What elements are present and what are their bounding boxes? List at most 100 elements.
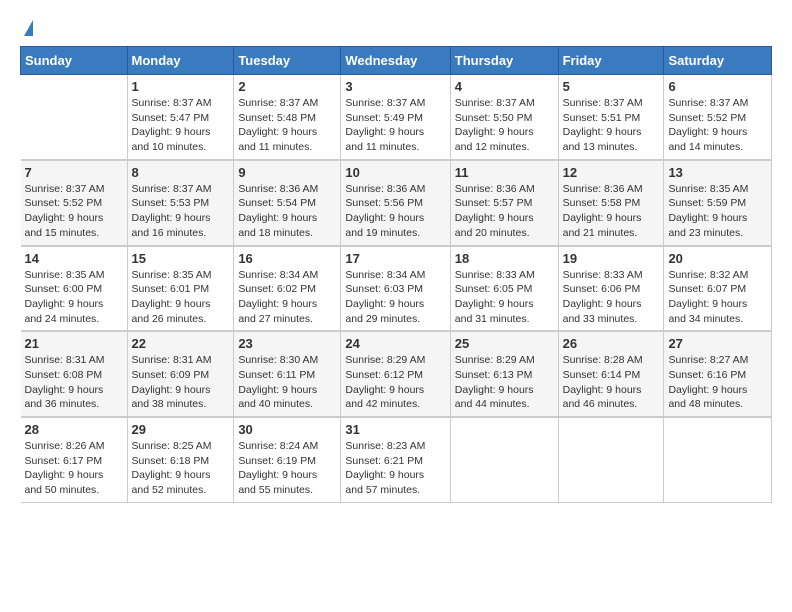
day-info: Sunrise: 8:37 AMSunset: 5:53 PMDaylight:… — [132, 182, 230, 241]
day-info: Sunrise: 8:34 AMSunset: 6:03 PMDaylight:… — [345, 268, 445, 327]
day-number: 26 — [563, 336, 660, 351]
day-number: 15 — [132, 251, 230, 266]
day-info: Sunrise: 8:26 AMSunset: 6:17 PMDaylight:… — [25, 439, 123, 498]
day-info: Sunrise: 8:32 AMSunset: 6:07 PMDaylight:… — [668, 268, 767, 327]
calendar-cell: 25Sunrise: 8:29 AMSunset: 6:13 PMDayligh… — [450, 331, 558, 417]
weekday-header-wednesday: Wednesday — [341, 47, 450, 75]
logo — [20, 20, 33, 36]
day-number: 22 — [132, 336, 230, 351]
calendar-cell: 27 Sunrise: 8:27 AMSunset: 6:16 PMDayligh… — [664, 331, 772, 417]
calendar-cell: 28 Sunrise: 8:26 AMSunset: 6:17 PMDayligh… — [21, 417, 128, 502]
calendar-cell: 17 Sunrise: 8:34 AMSunset: 6:03 PMDayligh… — [341, 246, 450, 332]
calendar-cell: 30 Sunrise: 8:24 AMSunset: 6:19 PMDayligh… — [234, 417, 341, 502]
day-info: Sunrise: 8:37 AMSunset: 5:47 PMDaylight:… — [132, 96, 230, 155]
weekday-header-saturday: Saturday — [664, 47, 772, 75]
calendar-cell: 4 Sunrise: 8:37 AMSunset: 5:50 PMDaylight… — [450, 75, 558, 160]
calendar-cell: 13 Sunrise: 8:35 AMSunset: 5:59 PMDayligh… — [664, 160, 772, 246]
calendar-cell: 16 Sunrise: 8:34 AMSunset: 6:02 PMDayligh… — [234, 246, 341, 332]
calendar-week-row: 28 Sunrise: 8:26 AMSunset: 6:17 PMDayligh… — [21, 417, 772, 502]
day-number: 20 — [668, 251, 767, 266]
day-info: Sunrise: 8:37 AMSunset: 5:51 PMDaylight:… — [563, 96, 660, 155]
day-number: 31 — [345, 422, 445, 437]
weekday-header-row: SundayMondayTuesdayWednesdayThursdayFrid… — [21, 47, 772, 75]
day-number: 28 — [25, 422, 123, 437]
calendar-cell — [558, 417, 664, 502]
day-number: 19 — [563, 251, 660, 266]
calendar-cell: 5 Sunrise: 8:37 AMSunset: 5:51 PMDaylight… — [558, 75, 664, 160]
day-info: Sunrise: 8:33 AMSunset: 6:05 PMDaylight:… — [455, 268, 554, 327]
calendar-week-row: 21 Sunrise: 8:31 AMSunset: 6:08 PMDayligh… — [21, 331, 772, 417]
day-info: Sunrise: 8:36 AMSunset: 5:56 PMDaylight:… — [345, 182, 445, 241]
calendar-table: SundayMondayTuesdayWednesdayThursdayFrid… — [20, 46, 772, 503]
day-number: 4 — [455, 79, 554, 94]
day-info: Sunrise: 8:35 AMSunset: 5:59 PMDaylight:… — [668, 182, 767, 241]
day-number: 6 — [668, 79, 767, 94]
calendar-cell: 11Sunrise: 8:36 AMSunset: 5:57 PMDayligh… — [450, 160, 558, 246]
day-number: 5 — [563, 79, 660, 94]
calendar-week-row: 7Sunrise: 8:37 AMSunset: 5:52 PMDaylight… — [21, 160, 772, 246]
day-number: 12 — [563, 165, 660, 180]
logo-triangle-icon — [24, 20, 33, 36]
day-number: 13 — [668, 165, 767, 180]
calendar-cell: 29Sunrise: 8:25 AMSunset: 6:18 PMDayligh… — [127, 417, 234, 502]
day-number: 2 — [238, 79, 336, 94]
day-number: 25 — [455, 336, 554, 351]
weekday-header-sunday: Sunday — [21, 47, 128, 75]
day-info: Sunrise: 8:36 AMSunset: 5:58 PMDaylight:… — [563, 182, 660, 241]
weekday-header-monday: Monday — [127, 47, 234, 75]
day-info: Sunrise: 8:33 AMSunset: 6:06 PMDaylight:… — [563, 268, 660, 327]
day-info: Sunrise: 8:31 AMSunset: 6:08 PMDaylight:… — [25, 353, 123, 412]
page-header — [20, 20, 772, 36]
calendar-cell: 7Sunrise: 8:37 AMSunset: 5:52 PMDaylight… — [21, 160, 128, 246]
day-number: 23 — [238, 336, 336, 351]
day-info: Sunrise: 8:25 AMSunset: 6:18 PMDaylight:… — [132, 439, 230, 498]
day-info: Sunrise: 8:37 AMSunset: 5:49 PMDaylight:… — [345, 96, 445, 155]
calendar-body: 1 Sunrise: 8:37 AMSunset: 5:47 PMDaylight… — [21, 75, 772, 503]
day-info: Sunrise: 8:30 AMSunset: 6:11 PMDaylight:… — [238, 353, 336, 412]
calendar-cell: 24Sunrise: 8:29 AMSunset: 6:12 PMDayligh… — [341, 331, 450, 417]
day-info: Sunrise: 8:36 AMSunset: 5:54 PMDaylight:… — [238, 182, 336, 241]
calendar-cell: 14Sunrise: 8:35 AMSunset: 6:00 PMDayligh… — [21, 246, 128, 332]
calendar-cell: 23 Sunrise: 8:30 AMSunset: 6:11 PMDayligh… — [234, 331, 341, 417]
calendar-cell — [21, 75, 128, 160]
day-number: 30 — [238, 422, 336, 437]
calendar-cell — [450, 417, 558, 502]
day-number: 3 — [345, 79, 445, 94]
day-info: Sunrise: 8:34 AMSunset: 6:02 PMDaylight:… — [238, 268, 336, 327]
calendar-cell: 26 Sunrise: 8:28 AMSunset: 6:14 PMDayligh… — [558, 331, 664, 417]
day-number: 27 — [668, 336, 767, 351]
calendar-cell: 9Sunrise: 8:36 AMSunset: 5:54 PMDaylight… — [234, 160, 341, 246]
day-info: Sunrise: 8:24 AMSunset: 6:19 PMDaylight:… — [238, 439, 336, 498]
day-info: Sunrise: 8:28 AMSunset: 6:14 PMDaylight:… — [563, 353, 660, 412]
day-info: Sunrise: 8:35 AMSunset: 6:00 PMDaylight:… — [25, 268, 123, 327]
calendar-cell: 21 Sunrise: 8:31 AMSunset: 6:08 PMDayligh… — [21, 331, 128, 417]
day-info: Sunrise: 8:36 AMSunset: 5:57 PMDaylight:… — [455, 182, 554, 241]
calendar-cell: 19 Sunrise: 8:33 AMSunset: 6:06 PMDayligh… — [558, 246, 664, 332]
calendar-cell: 2Sunrise: 8:37 AMSunset: 5:48 PMDaylight… — [234, 75, 341, 160]
weekday-header-thursday: Thursday — [450, 47, 558, 75]
day-number: 8 — [132, 165, 230, 180]
calendar-cell: 12 Sunrise: 8:36 AMSunset: 5:58 PMDayligh… — [558, 160, 664, 246]
calendar-cell: 1 Sunrise: 8:37 AMSunset: 5:47 PMDaylight… — [127, 75, 234, 160]
calendar-cell: 3 Sunrise: 8:37 AMSunset: 5:49 PMDaylight… — [341, 75, 450, 160]
calendar-cell: 10 Sunrise: 8:36 AMSunset: 5:56 PMDayligh… — [341, 160, 450, 246]
day-info: Sunrise: 8:23 AMSunset: 6:21 PMDaylight:… — [345, 439, 445, 498]
calendar-cell — [664, 417, 772, 502]
day-info: Sunrise: 8:35 AMSunset: 6:01 PMDaylight:… — [132, 268, 230, 327]
day-info: Sunrise: 8:37 AMSunset: 5:50 PMDaylight:… — [455, 96, 554, 155]
day-info: Sunrise: 8:31 AMSunset: 6:09 PMDaylight:… — [132, 353, 230, 412]
day-number: 10 — [345, 165, 445, 180]
day-number: 18 — [455, 251, 554, 266]
calendar-week-row: 1 Sunrise: 8:37 AMSunset: 5:47 PMDaylight… — [21, 75, 772, 160]
calendar-cell: 31 Sunrise: 8:23 AMSunset: 6:21 PMDayligh… — [341, 417, 450, 502]
calendar-header: SundayMondayTuesdayWednesdayThursdayFrid… — [21, 47, 772, 75]
calendar-cell: 15 Sunrise: 8:35 AMSunset: 6:01 PMDayligh… — [127, 246, 234, 332]
calendar-cell: 6Sunrise: 8:37 AMSunset: 5:52 PMDaylight… — [664, 75, 772, 160]
day-number: 16 — [238, 251, 336, 266]
day-number: 1 — [132, 79, 230, 94]
weekday-header-tuesday: Tuesday — [234, 47, 341, 75]
day-number: 24 — [345, 336, 445, 351]
day-number: 17 — [345, 251, 445, 266]
day-number: 21 — [25, 336, 123, 351]
day-info: Sunrise: 8:27 AMSunset: 6:16 PMDaylight:… — [668, 353, 767, 412]
